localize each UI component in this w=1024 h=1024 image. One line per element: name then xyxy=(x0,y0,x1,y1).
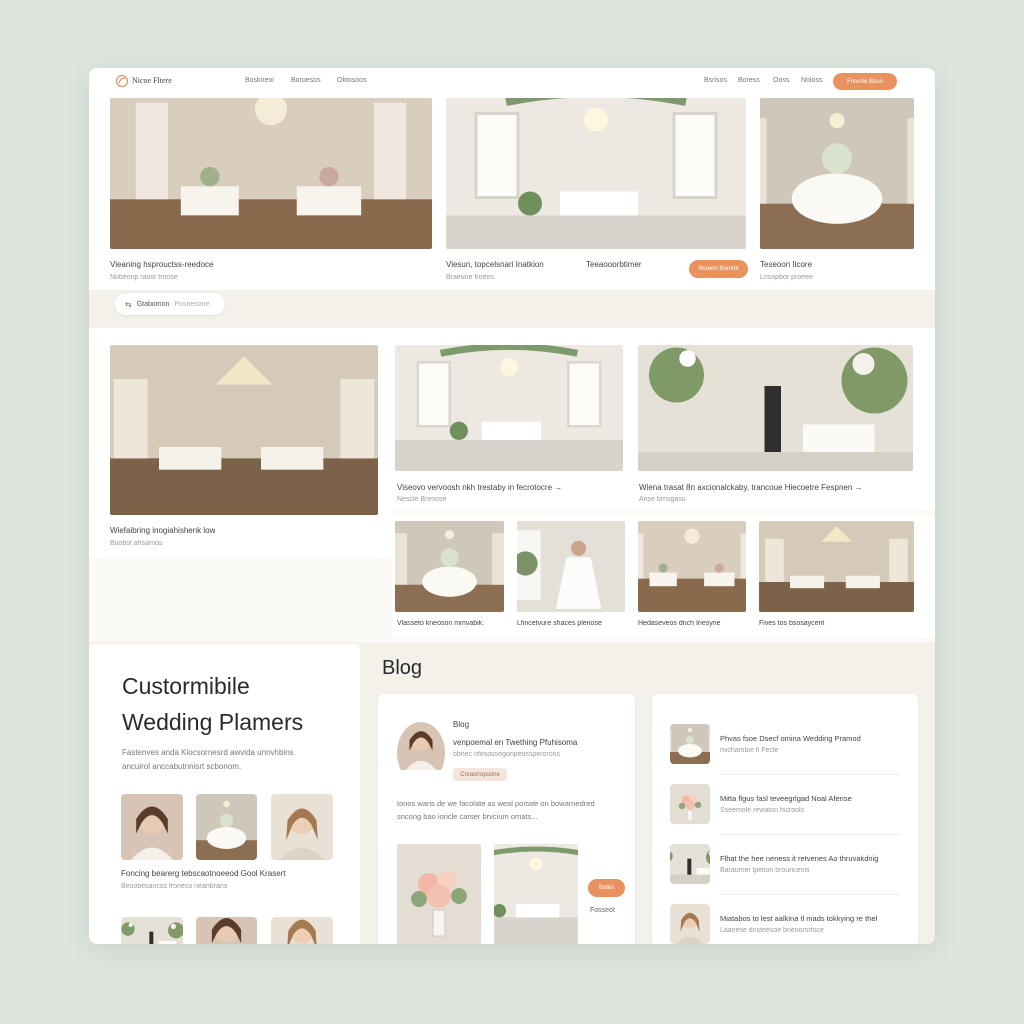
blog-excerpt-2: sncong bao ioricle carser brvcium omats.… xyxy=(397,812,538,821)
planner-photo-4[interactable] xyxy=(121,917,183,944)
nav-link-5[interactable]: Boress xyxy=(738,77,760,84)
nav-link-2[interactable]: Boroesos xyxy=(291,77,321,84)
blog-heading: Blog xyxy=(382,657,423,679)
blog-post-card[interactable]: Blog venpoemal en Twething Pfuhisoma obn… xyxy=(378,694,635,944)
flower-logo-icon[interactable] xyxy=(115,74,129,88)
gallery-large-photo[interactable] xyxy=(110,345,378,515)
gallery-small-caption-2: Lfincetvure shaces plenose xyxy=(517,620,602,627)
planner-photo-2[interactable] xyxy=(196,794,257,860)
planners-card: Custormibile Wedding Plamers Fastenves a… xyxy=(89,644,360,944)
planner-photo-1[interactable] xyxy=(121,794,183,860)
blog-list-item[interactable]: Mitta flgus fasl teveegrlgad Noal Afense… xyxy=(670,784,902,835)
blog-list-sub: Sseemole rewaton fscrools xyxy=(720,807,805,814)
gallery-wide-caption-1[interactable]: Viseovo vervoosh nkh trestaby in fecroto… xyxy=(397,483,627,492)
blog-list-thumb[interactable] xyxy=(670,724,710,764)
blog-list-sub: michambie fi Fecle xyxy=(720,747,779,754)
blog-list-title[interactable]: Flhat the hee neness it retvenes Ao thru… xyxy=(720,854,900,863)
gallery-wide-sub-1: Nescle Brenose xyxy=(397,496,447,503)
blog-list-divider xyxy=(720,774,900,775)
gallery-wide-photo-2[interactable] xyxy=(638,345,913,471)
nav-link-7[interactable]: Noloss xyxy=(801,77,822,84)
top-nav: Nicoe Fltere Boskneoi Boroesos Oktosoos … xyxy=(89,68,935,94)
gallery-small-photo-1[interactable] xyxy=(395,521,504,612)
gallery-small-caption-4: Fives tos bsosaycent xyxy=(759,620,825,627)
featured-button[interactable]: Nsreon Borone xyxy=(689,260,748,278)
filter-chip-sub: Posnesone xyxy=(174,300,210,308)
gallery-wide-photo-1[interactable] xyxy=(395,345,623,471)
blog-list-title[interactable]: Mitta flgus fasl teveegrlgad Noal Afense xyxy=(720,794,900,803)
logo-text[interactable]: Nicoe Fltere xyxy=(132,76,172,85)
blog-list-divider xyxy=(720,834,900,835)
gallery-small-photo-2[interactable] xyxy=(517,521,625,612)
featured-sub-1: Nobeonp raosr trnose xyxy=(110,274,178,281)
blog-side-text: Fosseot xyxy=(590,907,615,914)
blog-list-card: Phvas fsoe Dsecf omina Wedding Pramod mi… xyxy=(652,694,918,944)
filter-chip-label: Gtabomon xyxy=(136,300,170,308)
app-window: Nicoe Fltere Boskneoi Boroesos Oktosoos … xyxy=(89,68,935,944)
cta-button[interactable]: Fnreste Bsuo xyxy=(833,73,897,90)
gallery-large-sub: Buobst ahsarnos xyxy=(110,540,163,547)
nav-link-4[interactable]: Bsrisos xyxy=(704,77,727,84)
featured-caption-4: Teseoon Ilcore xyxy=(760,260,813,269)
gallery-small-caption-3: Hedaseveos dnch Iriesyne xyxy=(638,620,721,627)
blog-list-thumb[interactable] xyxy=(670,844,710,884)
gallery-large-caption: Wiefaibring inogiahishenk low xyxy=(110,526,216,535)
author-avatar[interactable] xyxy=(397,722,445,784)
planners-desc-1: Fastenves anda Kiocsornesrd awvida unnvh… xyxy=(122,748,294,757)
blog-list-title[interactable]: Miatabos to lest aalkina tl mads tokkyin… xyxy=(720,914,900,923)
nav-link-1[interactable]: Boskneoi xyxy=(245,77,274,84)
blog-list-thumb[interactable] xyxy=(670,904,710,944)
featured-section: Vieaning hsprouctss-reedoce Nobeonp raos… xyxy=(89,94,935,290)
blog-list-title[interactable]: Phvas fsoe Dsecf omina Wedding Pramod xyxy=(720,734,900,743)
venue-photo-2[interactable] xyxy=(446,98,746,249)
blog-post-meta: obnec ofesossegonpeossperorons xyxy=(453,751,561,758)
planner-photo-5[interactable] xyxy=(196,917,257,944)
blog-list-item[interactable]: Miatabos to lest aalkina tl mads tokkyin… xyxy=(670,904,902,944)
planners-title-line-2: Wedding Plamers xyxy=(122,709,304,735)
planners-sub: Beoobesancss froneco neanbrans xyxy=(121,883,228,890)
blog-post-tag[interactable]: Cnrasrrepsone xyxy=(453,768,507,781)
blog-list-divider xyxy=(720,894,900,895)
filter-chip[interactable]: ⇆ Gtabomon Posnesone xyxy=(115,293,225,315)
featured-caption-3: Teeaooorbtimer xyxy=(586,260,642,269)
planners-desc-2: ancuirol anccabutnnisrt scbonom. xyxy=(122,762,242,771)
featured-sub-2: Braeune froeos xyxy=(446,274,494,281)
gallery-section: Wiefaibring inogiahishenk low Buobst ahs… xyxy=(89,328,935,642)
blog-photo-venue[interactable] xyxy=(494,844,578,944)
featured-caption-2: Viesun, topcelsnari Inatkion xyxy=(446,260,544,269)
planner-photo-3[interactable] xyxy=(271,794,333,860)
planner-photo-6[interactable] xyxy=(271,917,333,944)
blog-list-thumb[interactable] xyxy=(670,784,710,824)
blog-post-author: venpoemal en Twething Pfuhisoma xyxy=(453,738,578,747)
gallery-small-photo-4[interactable] xyxy=(759,521,914,612)
planners-title: Custormibile Wedding Plamers xyxy=(122,668,303,740)
planners-caption: Foncing bearerg tebscaotnoeeod Gool Kras… xyxy=(121,869,286,878)
blog-photo-flowers[interactable] xyxy=(397,844,481,944)
nav-link-3[interactable]: Oktosoos xyxy=(337,77,367,84)
planners-title-line-1: Custormibile xyxy=(122,673,250,699)
blog-side-button[interactable]: Boles xyxy=(588,879,625,897)
filter-icon: ⇆ xyxy=(125,299,132,309)
venue-photo-3[interactable] xyxy=(760,98,914,249)
blog-list-sub: Baraumer lpetion brouncenis xyxy=(720,867,810,874)
blog-post-title: Blog xyxy=(453,720,470,729)
blog-list-item[interactable]: Flhat the hee neness it retvenes Ao thru… xyxy=(670,844,902,895)
blog-excerpt-1: tonos waris de we facolate as weal porta… xyxy=(397,799,595,808)
nav-link-6[interactable]: Ooss xyxy=(773,77,789,84)
blog-list-item[interactable]: Phvas fsoe Dsecf omina Wedding Pramod mi… xyxy=(670,724,902,775)
blog-list-sub: Laanese dnsteesoe bneoorsrfoce xyxy=(720,927,824,934)
gallery-wide-sub-2: Anse brnsgasu xyxy=(639,496,686,503)
featured-caption-1: Vieaning hsprouctss-reedoce xyxy=(110,260,214,269)
venue-photo-1[interactable] xyxy=(110,98,432,249)
featured-sub-4: Lnsopbor proeee xyxy=(760,274,813,281)
gallery-small-caption-1: Vlasseto kneoson mmvabik. xyxy=(397,620,485,627)
gallery-small-photo-3[interactable] xyxy=(638,521,746,612)
gallery-wide-caption-2[interactable]: Wiena trasat 8n axcionalckaby, trancoue … xyxy=(639,483,919,492)
